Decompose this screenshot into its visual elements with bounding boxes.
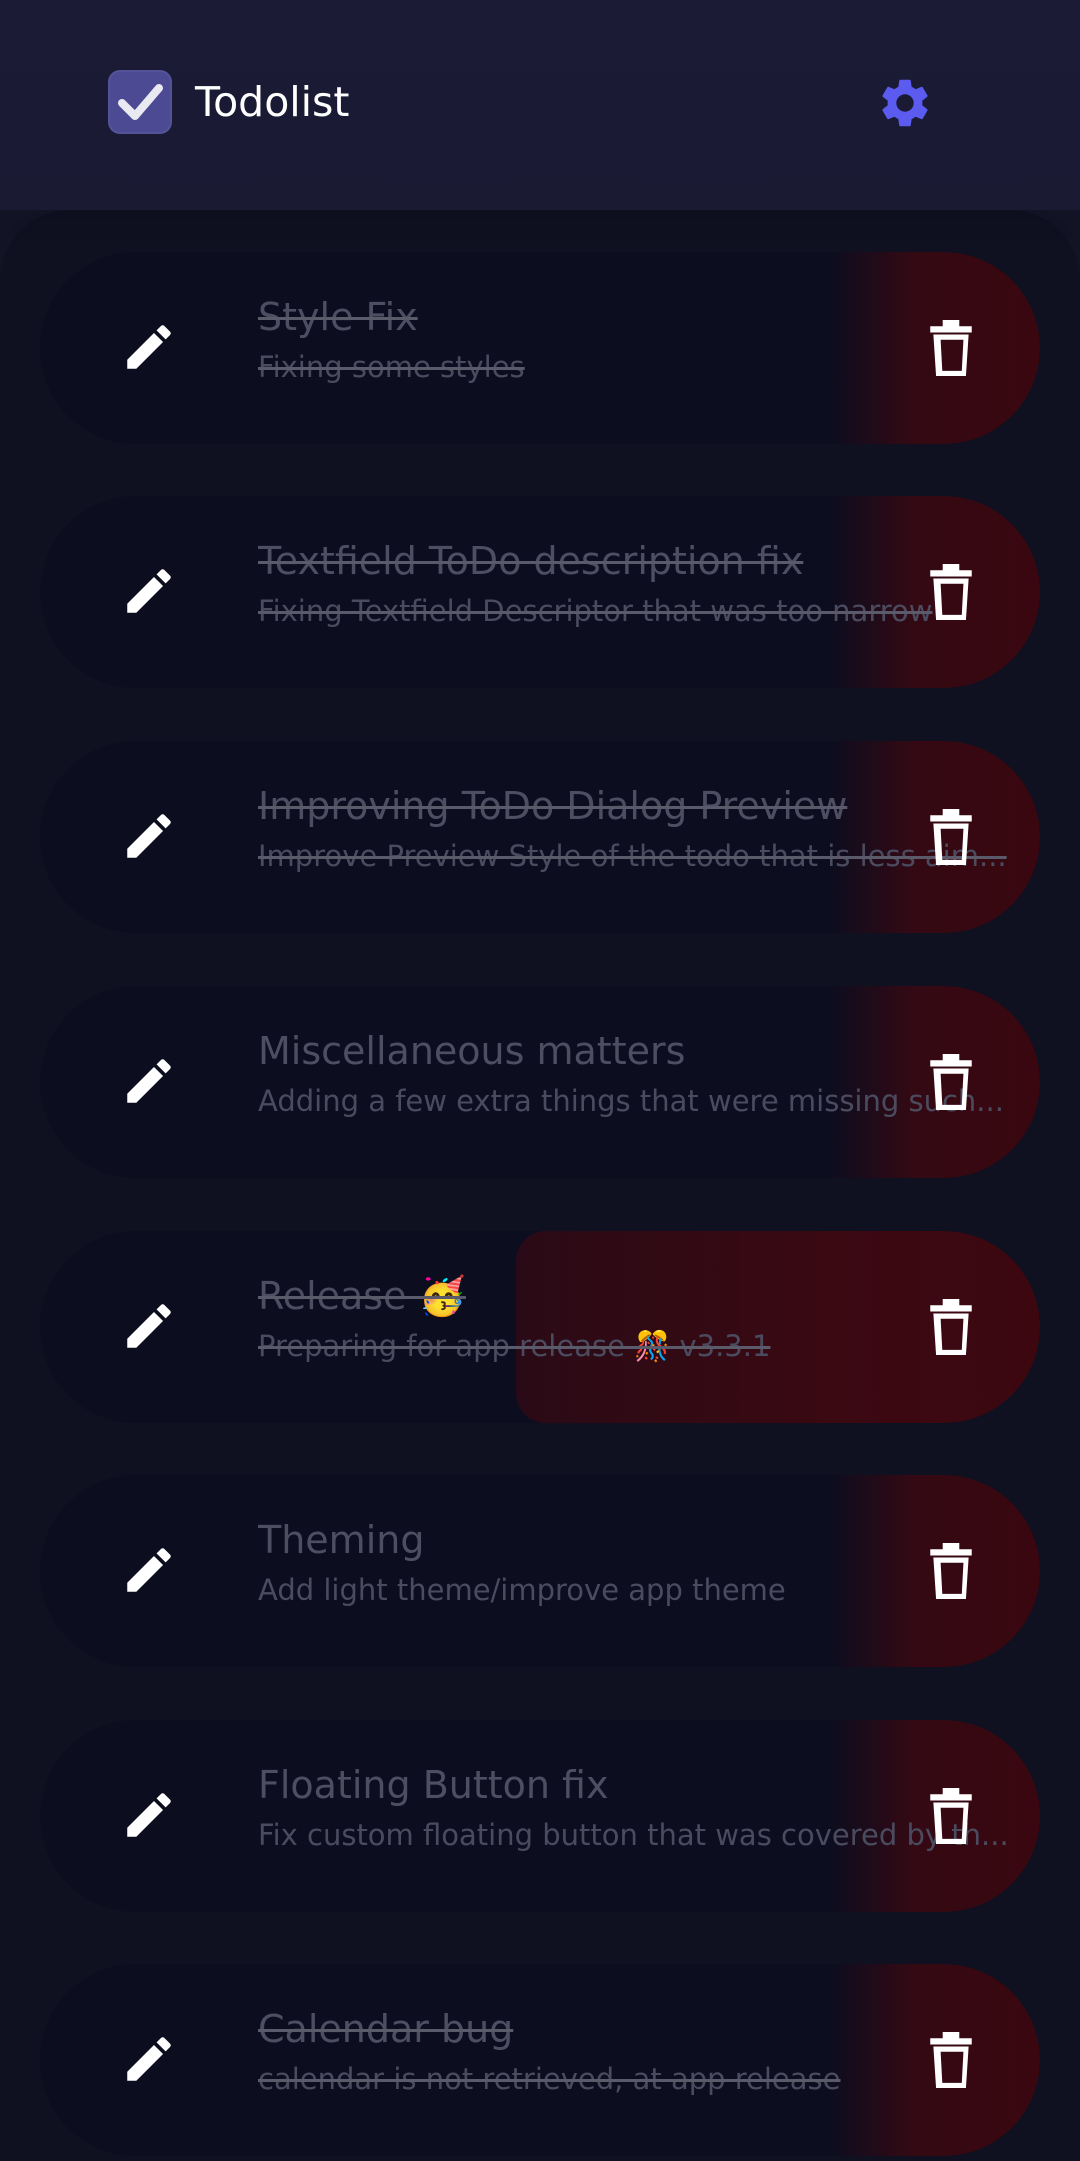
trash-icon[interactable] xyxy=(926,2032,976,2088)
todo-card[interactable]: Floating Button fix Fix custom floating … xyxy=(40,1720,1040,1912)
trash-icon[interactable] xyxy=(926,1788,976,1844)
todo-description: Improve Preview Style of the todo that i… xyxy=(258,839,1007,873)
trash-icon[interactable] xyxy=(926,1299,976,1355)
todo-title: Miscellaneous matters xyxy=(258,1029,686,1073)
todo-description: Fix custom floating button that was cove… xyxy=(258,1818,1009,1852)
todo-card[interactable]: Style Fix Fixing some styles xyxy=(40,252,1040,444)
pencil-icon[interactable] xyxy=(120,2030,178,2088)
todo-title: Improving ToDo Dialog Preview xyxy=(258,784,848,828)
todo-title: Style Fix xyxy=(258,295,418,339)
pencil-icon[interactable] xyxy=(120,318,178,376)
todo-card[interactable]: Release 🥳 Preparing for app release 🎊 v3… xyxy=(40,1231,1040,1423)
todo-card[interactable]: Miscellaneous matters Adding a few extra… xyxy=(40,986,1040,1178)
trash-icon[interactable] xyxy=(926,564,976,620)
todo-card[interactable]: Textfield ToDo description fix Fixing Te… xyxy=(40,496,1040,688)
todo-title: Release 🥳 xyxy=(258,1274,466,1318)
todo-title: Floating Button fix xyxy=(258,1763,609,1807)
todo-description: calendar is not retrieved, at app releas… xyxy=(258,2062,841,2096)
todo-description: Fixing Textfield Descriptor that was too… xyxy=(258,594,933,628)
todo-description: Add light theme/improve app theme xyxy=(258,1573,786,1607)
checkbox-logo-icon xyxy=(108,70,172,134)
pencil-icon[interactable] xyxy=(120,1052,178,1110)
gear-icon[interactable] xyxy=(876,74,934,132)
todo-card[interactable]: Theming Add light theme/improve app them… xyxy=(40,1475,1040,1667)
pencil-icon[interactable] xyxy=(120,1541,178,1599)
todo-card[interactable]: Improving ToDo Dialog Preview Improve Pr… xyxy=(40,741,1040,933)
todo-title: Calendar bug xyxy=(258,2007,514,2051)
todo-title: Theming xyxy=(258,1518,425,1562)
trash-icon[interactable] xyxy=(926,809,976,865)
todo-description: Adding a few extra things that were miss… xyxy=(258,1084,1004,1118)
trash-icon[interactable] xyxy=(926,1543,976,1599)
app-title: Todolist xyxy=(195,78,350,126)
todo-card[interactable]: Calendar bug calendar is not retrieved, … xyxy=(40,1964,1040,2156)
trash-icon[interactable] xyxy=(926,1054,976,1110)
todo-description: Fixing some styles xyxy=(258,350,525,384)
todo-description: Preparing for app release 🎊 v3.3.1 xyxy=(258,1329,771,1363)
pencil-icon[interactable] xyxy=(120,1786,178,1844)
app-bar: Todolist xyxy=(0,0,1080,210)
todo-title: Textfield ToDo description fix xyxy=(258,539,804,583)
pencil-icon[interactable] xyxy=(120,807,178,865)
pencil-icon[interactable] xyxy=(120,562,178,620)
trash-icon[interactable] xyxy=(926,320,976,376)
pencil-icon[interactable] xyxy=(120,1297,178,1355)
